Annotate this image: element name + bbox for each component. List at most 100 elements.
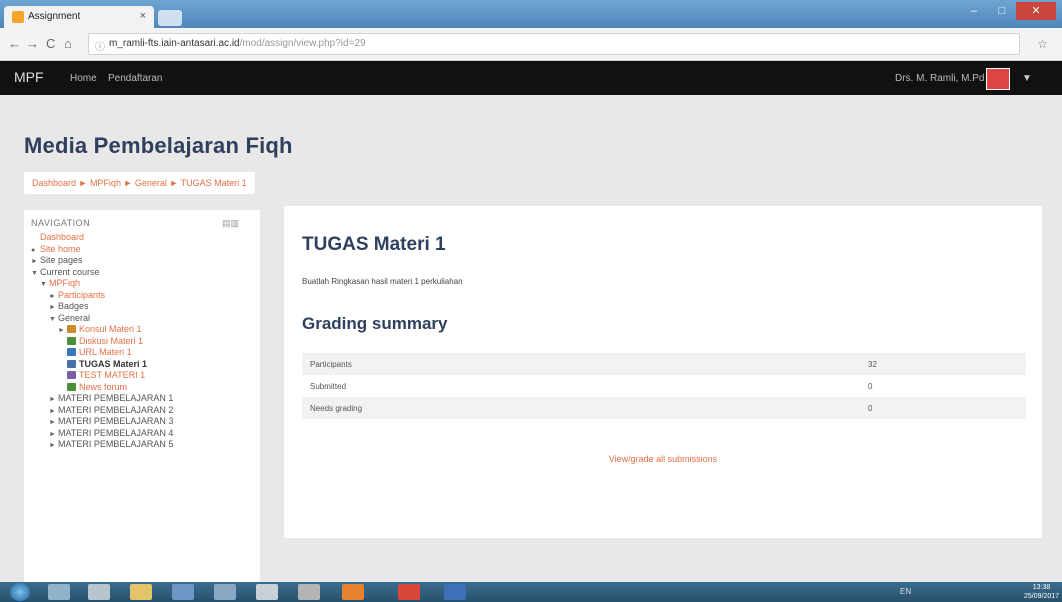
nav-tree-item[interactable]: Diskusi Materi 1 <box>24 336 260 348</box>
url-path: /mod/assign/view.php?id=29 <box>239 38 366 49</box>
block-actions-icon[interactable]: ▤▥ <box>222 218 239 229</box>
collapsed-arrow-icon[interactable]: ► <box>49 394 58 406</box>
nav-tree-label[interactable]: TEST MATERI 1 <box>79 370 145 380</box>
site-navbar: MPF Home Pendaftaran Drs. M. Ramli, M.Pd… <box>0 61 1062 95</box>
nav-tree-item[interactable]: ▼ Current course <box>24 267 260 279</box>
site-brand[interactable]: MPF <box>14 69 44 85</box>
activity-icon <box>67 348 76 356</box>
nav-tree-item[interactable]: ► Participants <box>24 290 260 302</box>
nav-tree-item[interactable]: ▼ MPFiqh <box>24 278 260 290</box>
nav-tree-item[interactable]: ► MATERI PEMBELAJARAN 5 <box>24 439 260 451</box>
user-menu-caret-icon[interactable]: ▼ <box>1022 73 1032 84</box>
forward-icon[interactable]: → <box>26 36 39 51</box>
view-grade-submissions-link[interactable]: View/grade all submissions <box>284 454 1042 464</box>
collapsed-arrow-icon[interactable]: ► <box>49 440 58 452</box>
nav-tree-item[interactable]: TEST MATERI 1 <box>24 370 260 382</box>
app-taskbar-icon[interactable] <box>172 584 194 600</box>
navigation-header: NAVIGATION <box>31 218 91 228</box>
tab-title: Assignment <box>28 11 81 22</box>
browser-titlebar: Assignment × – □ ✕ <box>0 0 1062 28</box>
collapsed-arrow-icon[interactable]: ► <box>58 325 67 337</box>
firefox-taskbar-icon[interactable] <box>342 584 364 600</box>
clock-date: 25/09/2017 <box>1024 593 1060 600</box>
bookmark-star-icon[interactable]: ☆ <box>1037 37 1048 51</box>
nav-tree-item[interactable]: ● Site home <box>24 244 260 256</box>
nav-tree-item[interactable]: ▼ General <box>24 313 260 325</box>
collapsed-arrow-icon[interactable]: ► <box>31 256 40 268</box>
activity-icon <box>67 325 76 333</box>
expanded-arrow-icon[interactable]: ▼ <box>31 268 40 280</box>
new-tab-button[interactable] <box>158 10 182 26</box>
tray-language[interactable]: EN <box>900 587 911 596</box>
nav-tree-item[interactable]: ► Konsul Materi 1 <box>24 324 260 336</box>
nav-tree-label: MATERI PEMBELAJARAN 2 <box>58 404 174 415</box>
nav-tree-item[interactable]: ► MATERI PEMBELAJARAN 4 <box>24 428 260 440</box>
row-value: 0 <box>860 397 1026 419</box>
app-taskbar-icon[interactable] <box>214 584 236 600</box>
menu-pendaftaran[interactable]: Pendaftaran <box>108 73 163 84</box>
nav-tree-label[interactable]: Site home <box>40 244 81 254</box>
app-taskbar-icon[interactable] <box>88 584 110 600</box>
navigation-block: NAVIGATION ▤▥ Dashboard ● Site home ► Site p… <box>24 210 260 582</box>
home-icon[interactable]: ⌂ <box>64 36 72 51</box>
folder-taskbar-icon[interactable] <box>130 584 152 600</box>
activity-icon <box>67 382 76 391</box>
word-taskbar-icon[interactable] <box>444 584 466 600</box>
nav-tree-label[interactable]: Participants <box>58 290 105 300</box>
collapsed-arrow-icon[interactable]: ► <box>49 417 58 429</box>
nav-tree-label: MATERI PEMBELAJARAN 5 <box>58 439 174 449</box>
nav-tree-item[interactable]: News forum <box>24 382 260 394</box>
chrome-taskbar-icon[interactable] <box>398 584 420 600</box>
nav-tree-item[interactable]: ► MATERI PEMBELAJARAN 1 <box>24 393 260 405</box>
nav-tree-label: MATERI PEMBELAJARAN 4 <box>58 427 174 438</box>
nav-tree-item[interactable]: ► Badges <box>24 301 260 313</box>
nav-tree-item[interactable]: Dashboard <box>24 232 260 244</box>
table-row: Needs grading 0 <box>302 397 1026 419</box>
taskbar-clock[interactable]: 13:38 25/09/2017 <box>1024 583 1059 601</box>
app-taskbar-icon[interactable] <box>256 584 278 600</box>
nav-tree-item[interactable]: ► Site pages <box>24 255 260 267</box>
window-controls: – □ ✕ <box>960 2 1056 22</box>
nav-tree-label: Site pages <box>40 255 83 265</box>
collapsed-arrow-icon[interactable]: ► <box>49 302 58 314</box>
nav-tree-item[interactable]: ► MATERI PEMBELAJARAN 2 <box>24 405 260 417</box>
nav-tree-item[interactable]: URL Materi 1 <box>24 347 260 359</box>
nav-tree-label[interactable]: Dashboard <box>40 232 84 242</box>
moodle-favicon-icon <box>12 11 24 23</box>
app-taskbar-icon[interactable] <box>298 584 320 600</box>
nav-tree-label[interactable]: Konsul Materi 1 <box>79 324 142 334</box>
row-label: Needs grading <box>302 397 860 419</box>
user-avatar[interactable] <box>986 68 1010 90</box>
minimize-icon[interactable]: – <box>960 2 988 20</box>
nav-tree-label: TUGAS Materi 1 <box>79 358 148 369</box>
grading-summary-table: Participants 32 Submitted 0 Needs gradin… <box>302 353 1026 419</box>
menu-home[interactable]: Home <box>70 73 97 84</box>
nav-tree-label: Badges <box>58 301 89 311</box>
url-input[interactable]: ⓘ m_ramli-fts.iain-antasari.ac.id/mod/as… <box>88 33 1020 55</box>
maximize-icon[interactable]: □ <box>988 2 1016 20</box>
tab-close-icon[interactable]: × <box>140 10 146 22</box>
window-close-icon[interactable]: ✕ <box>1016 2 1056 20</box>
start-button-icon[interactable] <box>10 583 30 601</box>
expanded-arrow-icon[interactable]: ▼ <box>40 279 49 291</box>
grading-summary-heading: Grading summary <box>302 314 448 333</box>
browser-tab[interactable]: Assignment × <box>4 6 154 28</box>
page-info-icon[interactable]: ⓘ <box>95 38 105 53</box>
breadcrumb[interactable]: Dashboard ► MPFiqh ► General ► TUGAS Mat… <box>24 172 255 194</box>
ie-taskbar-icon[interactable] <box>48 584 70 600</box>
user-name[interactable]: Drs. M. Ramli, M.Pd <box>895 73 984 84</box>
table-row: Participants 32 <box>302 353 1026 375</box>
reload-icon[interactable]: C <box>46 36 55 51</box>
nav-tree-item[interactable]: ► MATERI PEMBELAJARAN 3 <box>24 416 260 428</box>
nav-tree-label[interactable]: MPFiqh <box>49 278 80 288</box>
back-icon[interactable]: ← <box>8 36 21 51</box>
main-region: TUGAS Materi 1 Buatlah Ringkasan hasil m… <box>284 206 1042 538</box>
expanded-arrow-icon[interactable]: ▼ <box>49 314 58 326</box>
page-title: Media Pembelajaran Fiqh <box>24 133 293 158</box>
activity-icon <box>67 336 76 345</box>
nav-tree-label[interactable]: News forum <box>79 382 127 392</box>
nav-tree-label: MATERI PEMBELAJARAN 1 <box>58 393 174 403</box>
nav-tree-label[interactable]: Diskusi Materi 1 <box>79 336 143 346</box>
nav-tree-label[interactable]: URL Materi 1 <box>79 347 132 357</box>
row-label: Participants <box>302 353 860 375</box>
